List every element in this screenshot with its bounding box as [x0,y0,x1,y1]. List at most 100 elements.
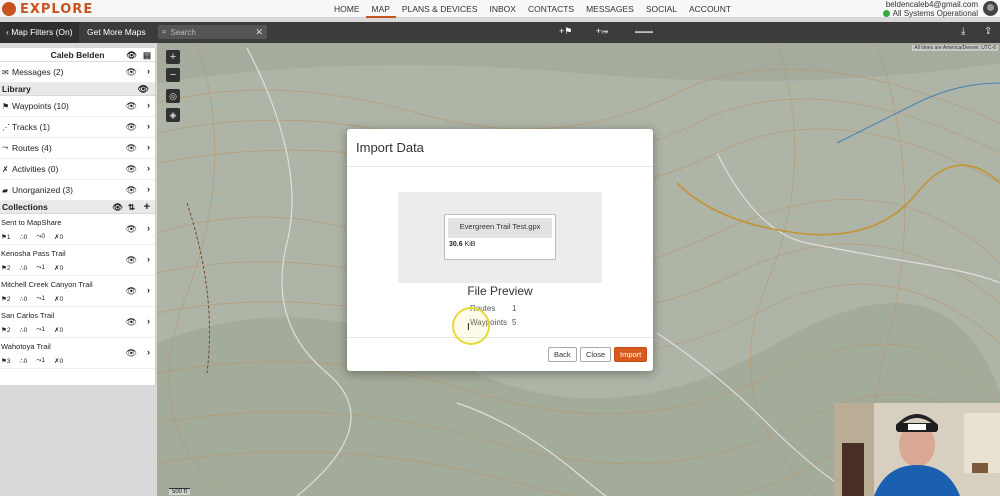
chevron-right-icon[interactable]: › [147,184,150,194]
chevron-right-icon[interactable]: › [147,66,150,76]
sidebar-item-tracks[interactable]: ⋰ Tracks (1) 👁 › [0,117,155,138]
stat-value: 1 [41,326,46,333]
status-dot-icon [882,10,890,17]
stat-value: 1 [41,295,46,302]
eye-icon[interactable]: 👁 [126,48,137,62]
back-button[interactable]: Back [548,347,577,362]
stat-value: 1 [41,264,46,271]
dialog-title: Import Data [347,129,653,167]
collections-section-header: Collections 👁 ⇅ + [0,201,155,214]
sidebar-item-waypoints[interactable]: ⚑ Waypoints (10) 👁 › [0,96,155,117]
sidebar: Caleb Belden 👁 ▤ ✉ Messages (2) 👁 › Libr… [0,48,156,385]
chevron-right-icon[interactable]: › [147,254,150,264]
collection-row[interactable]: Mitchell Creek Canyon Trail ⚑2 ∴0 ⤳1 ✗0 … [0,276,155,307]
avatar[interactable] [983,1,998,16]
sidebar-item-activities[interactable]: ✗ Activities (0) 👁 › [0,159,155,180]
library-title: Library [2,84,31,94]
folder-icon: ▰ [2,185,9,195]
eye-icon[interactable]: 👁 [126,143,137,154]
collection-row[interactable]: San Carlos Trail ⚑2 ∴0 ⤳1 ✗0 👁 › [0,307,155,338]
status-text: All Systems Operational [892,9,978,18]
logo[interactable]: EXPLORE [2,0,93,18]
eye-icon[interactable]: 👁 [126,348,137,359]
eye-icon[interactable]: 👁 [126,101,137,112]
mouse-cursor-icon: I [467,322,470,333]
chevron-right-icon[interactable]: › [147,142,150,152]
eye-icon[interactable]: 👁 [126,286,137,297]
eye-icon[interactable]: 👁 [126,185,137,196]
file-size: 30.6 KiB [445,241,555,248]
sidebar-item-messages[interactable]: ✉ Messages (2) 👁 › [0,62,155,83]
measure-tool-icon[interactable]: ▬▬▬ [635,29,653,35]
nav-map[interactable]: MAP [365,0,396,18]
sidebar-item-label: Messages (2) [12,67,64,77]
chevron-right-icon[interactable]: › [147,285,150,295]
chevron-right-icon[interactable]: › [147,347,150,357]
eye-icon[interactable]: 👁 [126,164,137,175]
nav-messages[interactable]: MESSAGES [580,0,640,18]
logo-text: EXPLORE [20,1,94,17]
clear-search-icon[interactable]: ✕ [255,27,263,38]
nav-home[interactable]: HOME [328,0,366,18]
preview-value: 5 [512,318,517,327]
collection-row[interactable]: Sent to MapShare ⚑1 ∴0 ⤳0 ✗0 👁 › [0,214,155,245]
import-button[interactable]: Import [614,347,648,362]
nav-contacts[interactable]: CONTACTS [522,0,580,18]
nav-social[interactable]: SOCIAL [640,0,683,18]
add-route-button[interactable]: +⤖ [596,26,608,37]
eye-icon[interactable]: 👁 [126,224,137,235]
chevron-right-icon[interactable]: › [147,100,150,110]
download-icon[interactable]: ⤓ [961,26,965,37]
file-size-unit: KiB [464,241,476,248]
close-button[interactable]: Close [580,347,612,362]
library-section-header: Library 👁 [0,83,155,96]
stat-value: 0 [59,234,64,241]
stat-value: 0 [59,265,64,272]
file-drop-zone[interactable]: Evergreen Trail Test.gpx 30.6 KiB [398,192,602,283]
stat-value: 0 [59,358,64,365]
stat-value: 3 [6,358,11,365]
top-nav: EXPLORE HOME MAP PLANS & DEVICES INBOX C… [0,0,1000,18]
share-icon[interactable]: ⇪ [984,26,992,37]
collection-row[interactable]: Wahotoya Trail ⚑3 ∴0 ⤳1 ✗0 👁 › [0,338,155,369]
eye-icon[interactable]: 👁 [126,122,137,133]
eye-icon[interactable]: 👁 [126,317,137,328]
nav-account[interactable]: ACCOUNT [683,0,737,18]
stat-value: 0 [23,358,28,365]
routes-icon: ⤳ [2,143,9,152]
sidebar-item-label: Tracks (1) [12,122,50,132]
file-preview-title: File Preview [467,284,533,298]
chevron-right-icon[interactable]: › [147,163,150,173]
stat-value: 0 [41,233,46,240]
click-highlight [452,307,490,345]
add-collection-icon[interactable]: + [144,201,150,214]
chevron-right-icon[interactable]: › [147,121,150,131]
get-more-maps-button[interactable]: Get More Maps [81,22,152,43]
eye-icon[interactable]: 👁 [112,201,123,214]
webcam-overlay [834,403,1000,496]
search-input[interactable] [170,27,251,37]
route-icon: ⤖ [601,26,609,36]
collection-row[interactable]: Kenosha Pass Trail ⚑2 ∴0 ⤳1 ✗0 👁 › [0,245,155,276]
card-icon[interactable]: ▤ [143,48,151,62]
sidebar-item-unorganized[interactable]: ▰ Unorganized (3) 👁 › [0,180,155,201]
stat-value: 0 [23,327,28,334]
sidebar-item-routes[interactable]: ⤳ Routes (4) 👁 › [0,138,155,159]
import-data-dialog: Import Data Evergreen Trail Test.gpx 30.… [347,129,653,371]
nav-inbox[interactable]: INBOX [484,0,522,18]
eye-icon[interactable]: 👁 [126,255,137,266]
sort-icon[interactable]: ⇅ [128,201,135,214]
add-waypoint-button[interactable]: +⚑ [559,26,572,37]
flag-icon: ⚑ [2,101,10,111]
sidebar-item-label: Activities (0) [12,164,59,174]
file-card: Evergreen Trail Test.gpx 30.6 KiB [444,214,556,260]
eye-icon[interactable]: 👁 [126,67,137,78]
chevron-right-icon[interactable]: › [147,316,150,326]
chevron-right-icon[interactable]: › [147,223,150,233]
nav-plans-devices[interactable]: PLANS & DEVICES [396,0,484,18]
collections-title: Collections [2,202,48,212]
account-info[interactable]: beldencaleb4@gmail.com All Systems Opera… [882,0,978,18]
map-filters-button[interactable]: ‹ Map Filters (On) [0,22,79,43]
eye-icon[interactable]: 👁 [138,83,149,96]
search-box: ⌕ ✕ [158,25,267,39]
